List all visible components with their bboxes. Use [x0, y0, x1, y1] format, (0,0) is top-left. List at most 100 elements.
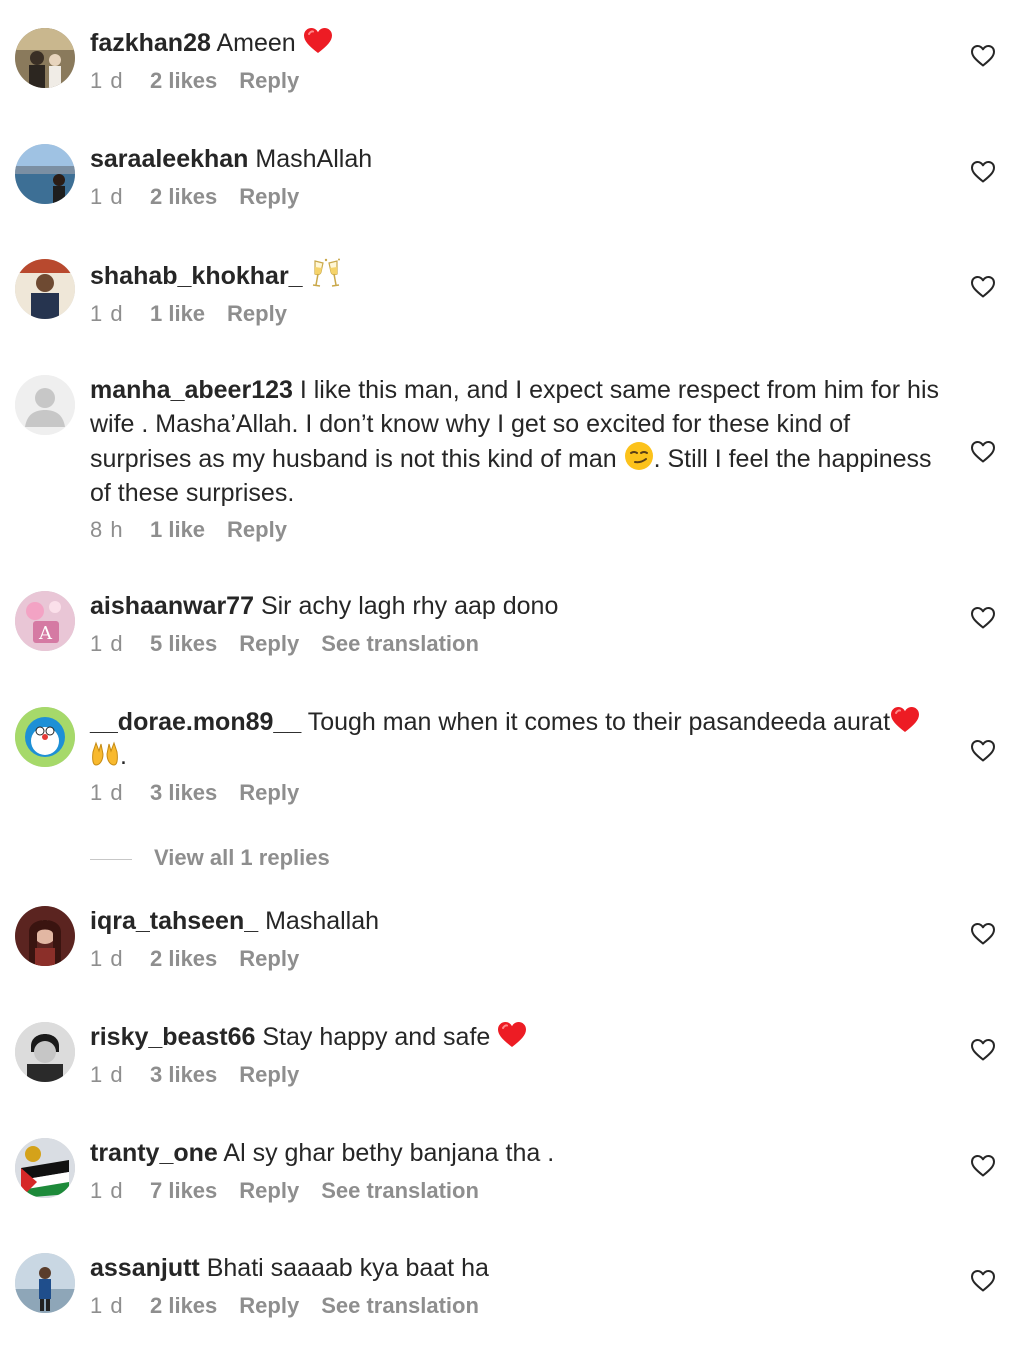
comment-time: 1 d [90, 1177, 124, 1203]
heart-outline-icon[interactable] [970, 43, 996, 69]
likes-count[interactable]: 1 like [150, 298, 205, 330]
reply-button[interactable]: Reply [239, 777, 299, 809]
comment-time: 1 d [90, 1061, 124, 1087]
comment-body: fazkhan28 Ameen 1 d 2 likes Reply [90, 27, 940, 97]
likes-count[interactable]: 5 likes [150, 628, 217, 660]
likes-count[interactable]: 2 likes [150, 181, 217, 213]
comment-body: saraaleekhan MashAllah 1 d 2 likes Reply [90, 143, 940, 213]
reply-button[interactable]: Reply [239, 628, 299, 660]
heart-outline-icon[interactable] [970, 1153, 996, 1179]
comment-body: aishaanwar77 Sir achy lagh rhy aap dono … [90, 590, 940, 660]
avatar[interactable]: A [15, 591, 75, 651]
heart-outline-icon[interactable] [970, 738, 996, 764]
comment-username[interactable]: tranty_one [90, 1139, 218, 1167]
reply-button[interactable]: Reply [239, 181, 299, 213]
reply-button[interactable]: Reply [227, 298, 287, 330]
likes-count[interactable]: 3 likes [150, 777, 217, 809]
comment-time: 1 d [90, 300, 124, 326]
heart-outline-icon[interactable] [970, 274, 996, 300]
comment-username[interactable]: manha_abeer123 [90, 376, 293, 404]
heart-outline-icon[interactable] [970, 439, 996, 465]
comment-text: fazkhan28 Ameen [90, 27, 940, 61]
comment-text: aishaanwar77 Sir achy lagh rhy aap dono [90, 590, 940, 624]
avatar[interactable] [15, 707, 75, 767]
comment-meta: 1 d 7 likes Reply See translation [90, 1175, 940, 1207]
reply-button[interactable]: Reply [239, 1290, 299, 1322]
reply-button[interactable]: Reply [239, 943, 299, 975]
comment-body: __dorae.mon89__ Tough man when it comes … [90, 706, 940, 809]
comment-body: manha_abeer123 I like this man, and I ex… [90, 374, 940, 546]
comment-body: iqra_tahseen_ Mashallah 1 d 2 likes Reply [90, 905, 940, 975]
comment-message: Al sy ghar bethy banjana tha . [223, 1139, 555, 1167]
see-translation-button[interactable]: See translation [321, 1290, 479, 1322]
comment-meta: 8 h 1 like Reply [90, 514, 940, 546]
comment-username[interactable]: assanjutt [90, 1254, 200, 1282]
comment-message: Bhati saaaab kya baat ha [206, 1254, 489, 1282]
see-translation-button[interactable]: See translation [321, 628, 479, 660]
comment-meta: 1 d 2 likes Reply [90, 943, 940, 975]
red-heart-icon [497, 1021, 527, 1049]
comment-time: 8 h [90, 517, 124, 542]
smirking-face-icon [624, 441, 654, 471]
comment-message-continued: . [120, 741, 127, 770]
reply-button[interactable]: Reply [239, 1175, 299, 1207]
heart-outline-icon[interactable] [970, 159, 996, 185]
comment-text: assanjutt Bhati saaaab kya baat ha [90, 1252, 940, 1286]
svg-text:A: A [38, 623, 53, 644]
comment-message: Sir achy lagh rhy aap dono [260, 592, 559, 620]
heart-outline-icon[interactable] [970, 605, 996, 631]
avatar[interactable] [15, 906, 75, 966]
heart-outline-icon[interactable] [970, 1268, 996, 1294]
comment-username[interactable]: shahab_khokhar_ [90, 262, 303, 290]
comment-body: shahab_khokhar_ 1 d 1 like Reply [90, 258, 940, 330]
comment-meta: 1 d 3 likes Reply [90, 777, 940, 809]
likes-count[interactable]: 3 likes [150, 1059, 217, 1091]
comment-body: risky_beast66 Stay happy and safe 1 d 3 l… [90, 1021, 940, 1091]
comment-username[interactable]: risky_beast66 [90, 1023, 255, 1051]
raising-hands-icon [90, 740, 120, 768]
heart-outline-icon[interactable] [970, 921, 996, 947]
avatar[interactable] [15, 375, 75, 435]
likes-count[interactable]: 1 like [150, 514, 205, 546]
comment-meta: 1 d 5 likes Reply See translation [90, 628, 940, 660]
reply-button[interactable]: Reply [239, 65, 299, 97]
comment-time: 1 d [90, 630, 124, 656]
comment-text: iqra_tahseen_ Mashallah [90, 905, 940, 939]
avatar[interactable] [15, 259, 75, 319]
comment-time: 1 d [90, 945, 124, 971]
reply-button[interactable]: Reply [227, 514, 287, 546]
likes-count[interactable]: 7 likes [150, 1175, 217, 1207]
comment-username[interactable]: aishaanwar77 [90, 592, 254, 620]
comment-meta: 1 d 2 likes Reply [90, 65, 940, 97]
comment-username[interactable]: __dorae.mon89__ [90, 708, 301, 736]
comment-body: tranty_one Al sy ghar bethy banjana tha … [90, 1137, 940, 1207]
avatar[interactable] [15, 144, 75, 204]
likes-count[interactable]: 2 likes [150, 1290, 217, 1322]
comment-time: 1 d [90, 183, 124, 209]
comment-username[interactable]: iqra_tahseen_ [90, 907, 258, 935]
likes-count[interactable]: 2 likes [150, 943, 217, 975]
comment-message: Mashallah [265, 907, 380, 935]
comment-time: 1 d [90, 67, 124, 93]
comment-message: MashAllah [255, 145, 373, 173]
comment-meta: 1 d 3 likes Reply [90, 1059, 940, 1091]
comment-meta: 1 d 2 likes Reply [90, 181, 940, 213]
comment-username[interactable]: fazkhan28 [90, 29, 211, 57]
reply-button[interactable]: Reply [239, 1059, 299, 1091]
heart-outline-icon[interactable] [970, 1037, 996, 1063]
avatar[interactable] [15, 1022, 75, 1082]
comment-text: risky_beast66 Stay happy and safe [90, 1021, 940, 1055]
avatar[interactable] [15, 1138, 75, 1198]
comment-text: saraaleekhan MashAllah [90, 143, 940, 177]
likes-count[interactable]: 2 likes [150, 65, 217, 97]
red-heart-icon [303, 27, 333, 55]
view-replies-button[interactable]: View all 1 replies [90, 842, 330, 874]
avatar[interactable] [15, 1253, 75, 1313]
red-heart-icon [890, 706, 920, 734]
comment-meta: 1 d 2 likes Reply See translation [90, 1290, 940, 1322]
avatar[interactable] [15, 28, 75, 88]
comment-message: Ameen [216, 29, 296, 57]
see-translation-button[interactable]: See translation [321, 1175, 479, 1207]
comment-username[interactable]: saraaleekhan [90, 145, 248, 173]
comment-text: tranty_one Al sy ghar bethy banjana tha … [90, 1137, 940, 1171]
